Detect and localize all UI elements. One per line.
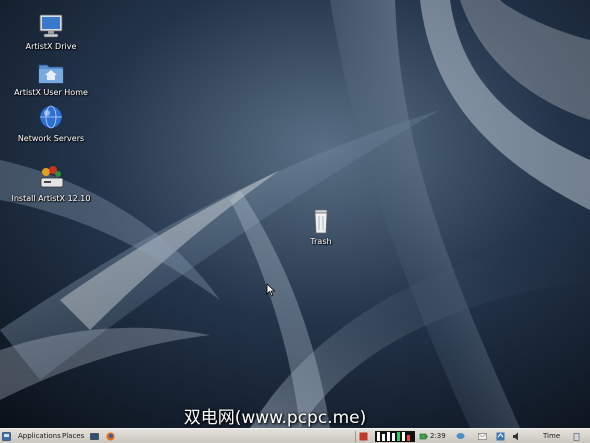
monitor-bar <box>377 432 380 441</box>
bottom-panel: Applications Places 2:39 Time <box>0 428 590 443</box>
places-menu[interactable]: Places <box>62 431 84 442</box>
desktop-icon-label: ArtistX Drive <box>25 42 77 51</box>
applications-menu[interactable]: Applications <box>18 431 61 442</box>
workspace-indicator-icon[interactable] <box>359 432 368 441</box>
installer-icon <box>40 166 64 188</box>
mouse-cursor-icon <box>266 283 276 297</box>
computer-drive-icon <box>39 14 63 38</box>
desktop-icon-network-servers[interactable]: Network Servers <box>9 104 93 143</box>
desktop-icon-label: Install ArtistX 12.10 <box>11 194 91 203</box>
monitor-bar <box>397 432 400 441</box>
show-desktop-icon[interactable] <box>2 432 11 441</box>
network-globe-icon <box>39 105 63 129</box>
panel-clock-small[interactable]: 2:39 <box>430 431 446 442</box>
update-icon[interactable] <box>496 432 505 441</box>
monitor-bar <box>387 432 390 441</box>
desktop-icon-trash[interactable]: Trash <box>279 207 363 246</box>
home-folder-icon <box>38 64 64 84</box>
desktop-icon-artistx-drive[interactable]: ArtistX Drive <box>9 12 93 51</box>
monitor-bar <box>407 435 410 441</box>
volume-icon[interactable] <box>512 432 521 441</box>
battery-icon[interactable] <box>419 432 428 441</box>
desktop-icon-label: Network Servers <box>17 134 85 143</box>
monitor-bar <box>392 433 395 441</box>
desktop-icon-label: Trash <box>310 237 332 246</box>
file-manager-launcher-icon[interactable] <box>90 432 99 441</box>
desktop-icon-user-home[interactable]: ArtistX User Home <box>9 58 93 97</box>
desktop-icon-install[interactable]: Install ArtistX 12.10 <box>9 164 93 203</box>
mail-icon[interactable] <box>478 432 487 441</box>
system-monitor-graph[interactable] <box>375 431 415 442</box>
panel-time-label[interactable]: Time <box>543 431 560 442</box>
panel-separator <box>355 431 356 442</box>
watermark-text: 双电网(www.pcpc.me) <box>183 408 367 428</box>
trash-icon <box>314 209 328 234</box>
monitor-bar <box>402 432 405 441</box>
monitor-bar <box>382 434 385 441</box>
chat-icon[interactable] <box>456 432 465 441</box>
trash-applet-icon[interactable] <box>572 432 581 441</box>
firefox-launcher-icon[interactable] <box>106 432 115 441</box>
desktop-icon-label: ArtistX User Home <box>14 88 88 97</box>
